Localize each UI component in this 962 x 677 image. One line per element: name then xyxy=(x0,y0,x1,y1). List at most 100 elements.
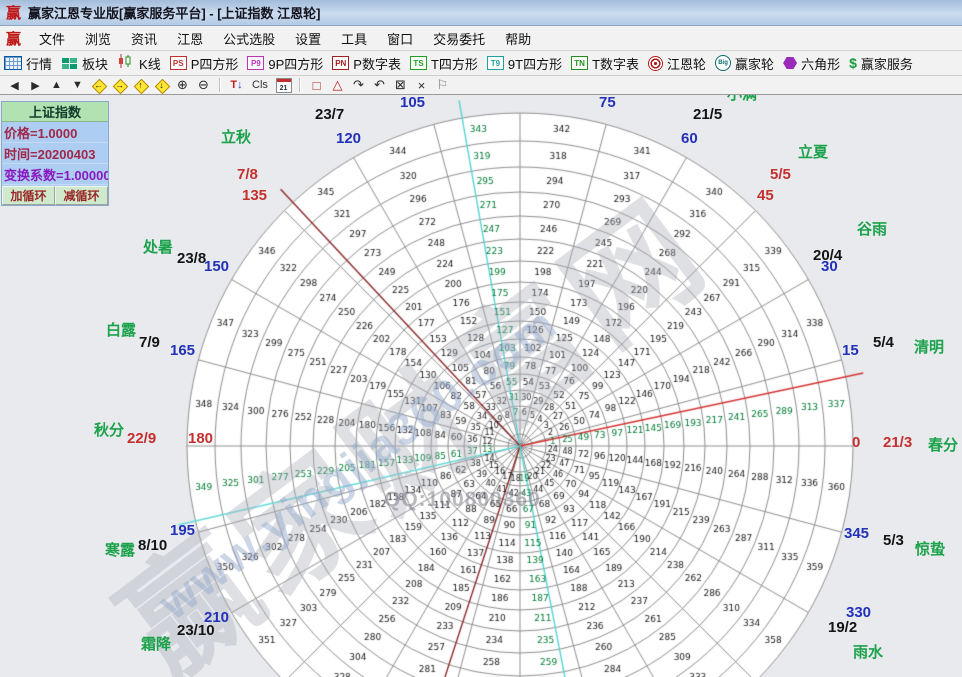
9p-square-label: 9P四方形 xyxy=(268,54,323,73)
solar-term-label: 清明 xyxy=(914,340,944,357)
calendar-icon[interactable]: 21 xyxy=(273,77,294,94)
toolbar-separator xyxy=(299,78,301,92)
date-label: 7/8 xyxy=(237,167,258,184)
menu-item-settings[interactable]: 设置 xyxy=(285,26,331,51)
kline-label: K线 xyxy=(139,54,161,73)
arrow-right-icon[interactable]: ▶ xyxy=(25,77,46,94)
rotate-ccw-icon[interactable]: ↶ xyxy=(369,77,390,94)
p-square-icon: PS xyxy=(170,56,187,70)
toolbar-button-winner-wheel[interactable]: Big赢家轮 xyxy=(715,54,774,73)
diamond-right-icon[interactable]: → xyxy=(109,77,130,94)
date-label: 23/10 xyxy=(177,623,215,640)
instrument-name: 上证指数 xyxy=(2,102,108,122)
date-label: 8/10 xyxy=(138,538,167,555)
p-table-icon: PN xyxy=(332,56,349,70)
toolbar-button-sectors[interactable]: 板块 xyxy=(61,54,108,73)
sectors-icon xyxy=(62,58,69,63)
9t-square-icon: T9 xyxy=(487,56,504,70)
diamond-down-icon[interactable]: ↓ xyxy=(151,77,172,94)
solar-term-label: 惊蛰 xyxy=(915,542,945,559)
date-label: 23/8 xyxy=(177,251,206,268)
add-cycle-button[interactable]: 加循环 xyxy=(2,186,55,205)
arrow-down-icon[interactable]: ▼ xyxy=(67,77,88,94)
solar-term-label: 谷雨 xyxy=(857,222,887,239)
angle-label: 15 xyxy=(842,343,859,360)
rotate-cw-icon[interactable]: ↷ xyxy=(348,77,369,94)
menu-item-window[interactable]: 窗口 xyxy=(377,26,423,51)
cls-button[interactable]: Cls xyxy=(247,77,273,94)
hexagon-label: 六角形 xyxy=(801,54,840,73)
zoom-in-icon[interactable]: ⊕ xyxy=(172,77,193,94)
gann-wheel-icon xyxy=(648,56,663,71)
date-label: 20/4 xyxy=(813,248,842,265)
menu-item-help[interactable]: 帮助 xyxy=(495,26,541,51)
angle-label: 105 xyxy=(400,95,425,112)
t-square-icon: TS xyxy=(410,56,427,70)
sub-cycle-button[interactable]: 减循环 xyxy=(55,186,108,205)
t-square-label: T四方形 xyxy=(431,54,478,73)
toolbar-button-hexagon[interactable]: 六角形 xyxy=(783,54,840,73)
square-tool-icon[interactable]: □ xyxy=(306,77,327,94)
arrow-left-icon[interactable]: ◀ xyxy=(4,77,25,94)
quotes-icon xyxy=(4,56,22,70)
zoom-out-icon[interactable]: ⊖ xyxy=(193,77,214,94)
winner-wheel-label: 赢家轮 xyxy=(735,54,774,73)
menu-item-news[interactable]: 资讯 xyxy=(121,26,167,51)
main-toolbar: 行情 板块 K线 PS P四方形 P99P四方形 PNP数字表 TS T四方形 T9 9T四方形 TN… xyxy=(0,51,962,76)
diamond-up-icon[interactable]: ↑ xyxy=(130,77,151,94)
angle-label: 165 xyxy=(170,343,195,360)
date-label: 21/5 xyxy=(693,107,722,124)
menu-item-browse[interactable]: 浏览 xyxy=(75,26,121,51)
winner-service-label: 赢家服务 xyxy=(861,54,913,73)
winner-service-icon: $ xyxy=(849,56,857,70)
menu-item-gann[interactable]: 江恩 xyxy=(167,26,213,51)
date-label: 5/3 xyxy=(883,533,904,550)
toolbar-button-9p-square[interactable]: P99P四方形 xyxy=(247,54,323,73)
toolbar-button-gann-wheel[interactable]: 江恩轮 xyxy=(648,54,706,73)
hexagon-icon xyxy=(783,57,797,70)
date-label: 7/9 xyxy=(139,335,160,352)
solar-term-label: 立夏 xyxy=(798,145,828,162)
kline-icon xyxy=(117,54,135,73)
solar-term-label: 秋分 xyxy=(94,423,124,440)
sectors-label: 板块 xyxy=(82,54,108,73)
solar-term-label: 霜降 xyxy=(141,637,171,654)
solar-term-label: 白露 xyxy=(106,323,136,340)
toolbar-button-p-table[interactable]: PNP数字表 xyxy=(332,54,401,73)
menu-item-trade[interactable]: 交易委托 xyxy=(423,26,495,51)
expand-box-icon[interactable]: ⊠ xyxy=(390,77,411,94)
t-table-icon: TN xyxy=(571,56,588,70)
app-window: 赢 赢家江恩专业版[赢家服务平台] - [上证指数 江恩轮] 赢 文件浏览资讯江… xyxy=(0,0,962,677)
p-square-label: P四方形 xyxy=(191,54,239,73)
toolbar-button-winner-service[interactable]: $ 赢家服务 xyxy=(849,54,913,73)
menu-item-tools[interactable]: 工具 xyxy=(331,26,377,51)
toolbar-button-p-square[interactable]: PS P四方形 xyxy=(170,54,239,73)
angle-label: 60 xyxy=(681,131,698,148)
date-label: 5/4 xyxy=(873,335,894,352)
toolbar-button-t-square[interactable]: TS T四方形 xyxy=(410,54,478,73)
flag-icon[interactable]: ⚐ xyxy=(432,77,453,94)
9t-square-label: 9T四方形 xyxy=(508,54,562,73)
winner-wheel-icon: Big xyxy=(715,55,731,71)
date-label: 21/3 xyxy=(883,435,912,452)
watermark-qq: QQ:100800360 xyxy=(384,488,541,512)
angle-label: 150 xyxy=(204,259,229,276)
arrow-up-icon[interactable]: ▲ xyxy=(46,77,67,94)
triangle-tool-icon[interactable]: △ xyxy=(327,77,348,94)
window-title: 赢家江恩专业版[赢家服务平台] - [上证指数 江恩轮] xyxy=(28,3,320,22)
diamond-left-icon[interactable]: ← xyxy=(88,77,109,94)
sort-time-icon[interactable]: T↓ xyxy=(226,77,247,94)
menu-item-file[interactable]: 文件 xyxy=(29,26,75,51)
solar-term-label: 立秋 xyxy=(221,130,251,147)
toolbar-button-quotes[interactable]: 行情 xyxy=(4,54,52,73)
panel-value-row-1: 时间=20200403 xyxy=(2,143,108,164)
converge-arrows-icon[interactable]: × xyxy=(411,77,432,94)
menu-item-formula[interactable]: 公式选股 xyxy=(213,26,285,51)
date-label: 19/2 xyxy=(828,620,857,637)
gann-wheel-label: 江恩轮 xyxy=(667,54,706,73)
toolbar-button-kline[interactable]: K线 xyxy=(117,54,161,73)
t-table-label: T数字表 xyxy=(592,54,639,73)
angle-label: 195 xyxy=(170,523,195,540)
toolbar-button-t-table[interactable]: TN T数字表 xyxy=(571,54,639,73)
toolbar-button-9t-square[interactable]: T9 9T四方形 xyxy=(487,54,562,73)
